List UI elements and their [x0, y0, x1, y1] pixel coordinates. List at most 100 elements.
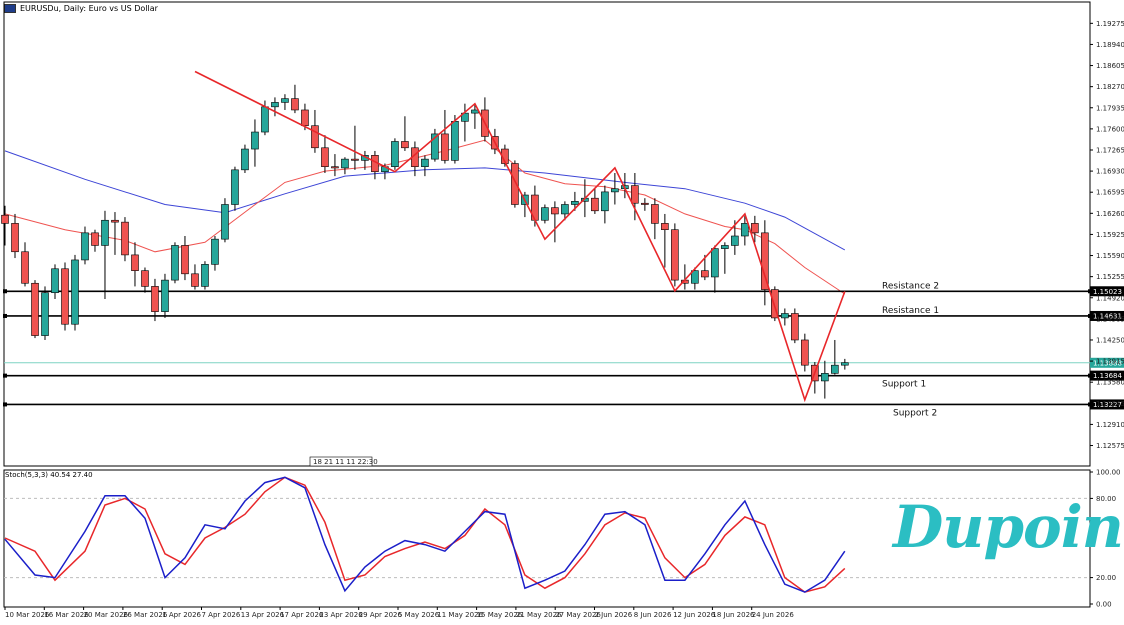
candle[interactable]: [711, 245, 719, 293]
candle[interactable]: [421, 155, 429, 177]
candle[interactable]: [371, 150, 379, 180]
candle-body: [311, 125, 319, 149]
candle[interactable]: [511, 160, 519, 208]
candle[interactable]: [51, 264, 59, 300]
candle-body: [561, 204, 569, 215]
candle[interactable]: [661, 213, 669, 268]
candle[interactable]: [201, 261, 209, 290]
candle[interactable]: [541, 204, 549, 224]
candle-body: [161, 279, 169, 312]
candle[interactable]: [281, 94, 289, 110]
candle[interactable]: [241, 144, 249, 173]
candle[interactable]: [251, 119, 259, 167]
brand-logo: Dupoin: [893, 493, 1124, 561]
candle[interactable]: [101, 210, 109, 300]
price-tick-label: 1.14585: [1096, 315, 1124, 323]
price-tick-label: 1.16930: [1096, 168, 1124, 176]
candle[interactable]: [181, 236, 189, 281]
level-handle[interactable]: [3, 313, 7, 318]
candle[interactable]: [221, 198, 229, 243]
candle[interactable]: [331, 154, 339, 177]
candle[interactable]: [31, 280, 39, 339]
candle-body: [81, 232, 89, 261]
candle[interactable]: [391, 138, 399, 170]
candle-body: [71, 259, 79, 325]
stochastic-label: Stoch(5,3,3) 40.54 27.40: [5, 471, 93, 479]
candle[interactable]: [431, 128, 439, 162]
price-tick-label: 1.17600: [1096, 125, 1124, 133]
candle[interactable]: [191, 264, 199, 290]
candle[interactable]: [781, 308, 789, 326]
candle[interactable]: [641, 198, 649, 211]
candle-body: [151, 286, 159, 312]
price-tick-label: 1.18940: [1096, 41, 1124, 49]
candle-body: [571, 201, 579, 205]
candle-body: [241, 148, 249, 171]
candle[interactable]: [351, 125, 359, 170]
candle[interactable]: [1, 205, 9, 246]
candle-body: [591, 197, 599, 212]
candle[interactable]: [141, 267, 149, 293]
candle-body: [181, 245, 189, 275]
candle-body: [231, 169, 239, 205]
candle-body: [171, 245, 179, 281]
candle[interactable]: [61, 262, 69, 331]
candle[interactable]: [611, 172, 619, 205]
candle[interactable]: [601, 185, 609, 224]
candle[interactable]: [651, 198, 659, 240]
level-handle[interactable]: [3, 402, 7, 407]
candle-body: [351, 158, 359, 161]
candle[interactable]: [341, 157, 349, 175]
candle[interactable]: [721, 242, 729, 274]
candle[interactable]: [441, 109, 449, 164]
candle[interactable]: [121, 217, 129, 262]
candle[interactable]: [111, 212, 119, 255]
candle[interactable]: [841, 358, 849, 370]
time-tick-label: 12 Jun 2026: [673, 611, 716, 619]
candle-body: [801, 339, 809, 366]
level-handle[interactable]: [3, 289, 7, 294]
candle-body: [441, 133, 449, 161]
time-tick-label: 5 May 2026: [398, 611, 440, 619]
time-tick-label: 1 Apr 2026: [162, 611, 201, 619]
candle[interactable]: [591, 188, 599, 214]
candle[interactable]: [41, 286, 49, 340]
candle-body: [631, 185, 639, 204]
candle[interactable]: [671, 223, 679, 287]
candle[interactable]: [11, 213, 19, 259]
candle-body: [671, 229, 679, 281]
candle[interactable]: [831, 339, 839, 375]
candle[interactable]: [401, 116, 409, 151]
candle[interactable]: [291, 84, 299, 114]
candle[interactable]: [81, 226, 89, 265]
candle[interactable]: [21, 242, 29, 287]
price-tick-label: 1.18270: [1096, 83, 1124, 91]
candle-body: [781, 313, 789, 319]
candle-body: [271, 102, 279, 108]
price-tick-label: 1.12910: [1096, 421, 1124, 429]
candle-body: [101, 219, 109, 246]
candle-body: [451, 121, 459, 161]
candle[interactable]: [801, 333, 809, 372]
candle-body: [291, 98, 299, 111]
candle[interactable]: [131, 242, 139, 287]
candle[interactable]: [211, 236, 219, 271]
candle[interactable]: [231, 166, 239, 211]
candle[interactable]: [821, 360, 829, 399]
time-tick-label: 23 Apr 2026: [319, 611, 363, 619]
candle[interactable]: [761, 220, 769, 306]
candle-body: [141, 270, 149, 287]
candle-body: [261, 106, 269, 133]
candle[interactable]: [161, 273, 169, 318]
level-handle[interactable]: [3, 373, 7, 378]
candle[interactable]: [91, 229, 99, 252]
candle[interactable]: [171, 242, 179, 284]
candle-body: [281, 98, 289, 103]
candle[interactable]: [151, 278, 159, 322]
candle[interactable]: [791, 308, 799, 344]
candle[interactable]: [551, 201, 559, 243]
candle-body: [21, 251, 29, 284]
candle[interactable]: [71, 254, 79, 331]
candle-body: [731, 235, 739, 246]
candle[interactable]: [321, 135, 329, 173]
